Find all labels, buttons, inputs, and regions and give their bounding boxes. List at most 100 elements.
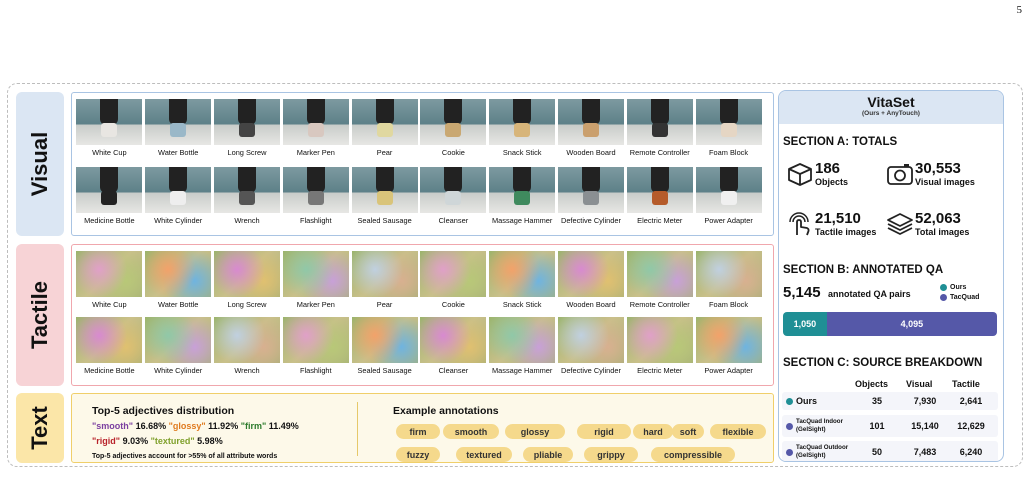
annotation-tag: smooth [443, 424, 499, 439]
object-caption: Pear [376, 300, 393, 309]
qa-label: annotated QA pairs [828, 289, 911, 299]
object-photo [351, 99, 418, 145]
adjectives-note: Top-5 adjectives account for >55% of all… [92, 453, 278, 460]
object-caption: Electric Meter [637, 216, 683, 225]
tactile-image [626, 251, 693, 297]
object-caption: White Cup [92, 148, 127, 157]
breakdown-row: TacQuad Outdoor (GelSight) 50 7,483 6,240 [782, 441, 998, 461]
page-number: 5 [1016, 4, 1023, 16]
tactile-thumbnail: Sealed Sausage [350, 317, 419, 376]
tactile-image [76, 317, 143, 363]
tactile-thumbnail: Electric Meter [625, 317, 694, 376]
object-caption: Defective Cylinder [560, 216, 621, 225]
tactile-image [282, 251, 349, 297]
tactile-image [145, 251, 212, 297]
object-photo [213, 99, 280, 145]
adj-pct: 9.03% [122, 436, 149, 446]
object-caption: Wooden Board [566, 300, 616, 309]
cell-tactile: 6,240 [959, 447, 983, 457]
source-name: Ours [796, 396, 818, 406]
annotation-tag: rigid [577, 424, 631, 439]
object-photo [351, 167, 418, 213]
tactile-thumbnail: Wooden Board [557, 251, 626, 310]
annotation-tag: grippy [584, 447, 638, 462]
adj-word: "glossy" [168, 421, 206, 431]
annotation-tag: textured [456, 447, 512, 462]
object-photo [145, 167, 212, 213]
examples-title: Example annotations [393, 405, 499, 417]
object-caption: Foam Block [709, 300, 749, 309]
object-caption: Sealed Sausage [357, 216, 412, 225]
stat-label: Objects [815, 177, 849, 187]
tactile-thumbnail: White Cylinder [144, 317, 213, 376]
visual-thumbnail: Long Screw [213, 99, 282, 158]
annotation-tag: glossy [505, 424, 565, 439]
object-caption: Wrench [234, 216, 260, 225]
adjectives-line-1: "smooth" 16.68% "glossy" 11.92% "firm" 1… [92, 421, 299, 431]
cell-tactile: 12,629 [957, 421, 985, 431]
text-panel: Top-5 adjectives distribution "smooth" 1… [71, 393, 774, 463]
visual-thumbnail: Wrench [213, 167, 282, 226]
object-photo [145, 99, 212, 145]
visual-thumbnail: Cookie [419, 99, 488, 158]
col-header-objects: Objects [855, 379, 889, 389]
cell-visual: 7,483 [913, 447, 937, 457]
object-caption: Long Screw [227, 148, 267, 157]
vitaset-summary-panel: VitaSet (Ours + AnyTouch) SECTION A: TOT… [778, 90, 1004, 462]
object-caption: Medicine Bottle [84, 366, 135, 375]
object-caption: Power Adapter [704, 366, 753, 375]
legend-dot [940, 294, 947, 301]
annotation-tag: flexible [710, 424, 766, 439]
visual-thumbnail: Power Adapter [694, 167, 763, 226]
visual-thumbnail: Defective Cylinder [557, 167, 626, 226]
stat-value: 186 [815, 160, 841, 177]
visual-thumbnail: Snack Stick [488, 99, 557, 158]
tactile-image [351, 317, 418, 363]
visual-thumbnail: Electric Meter [625, 167, 694, 226]
annotation-tag: compressible [651, 447, 735, 462]
tactile-thumbnail: Medicine Bottle [75, 317, 144, 376]
visual-thumbnail: Wooden Board [557, 99, 626, 158]
adj-pct: 16.68% [135, 421, 167, 431]
object-caption: Water Bottle [158, 148, 199, 157]
object-caption: Flashlight [299, 366, 332, 375]
legend-label: TacQuad [950, 294, 980, 301]
visual-thumbnail: Medicine Bottle [75, 167, 144, 226]
col-header-tactile: Tactile [952, 379, 980, 389]
object-caption: Cookie [441, 148, 465, 157]
object-caption: Sealed Sausage [357, 366, 412, 375]
object-photo [557, 99, 624, 145]
adj-word: "firm" [240, 421, 267, 431]
stat-value: 21,510 [815, 210, 861, 227]
object-caption: Snack Stick [502, 148, 542, 157]
legend-label: Ours [950, 284, 967, 291]
tactile-image [557, 251, 624, 297]
visual-label-text: Visual [27, 131, 53, 197]
visual-thumbnail: Flashlight [281, 167, 350, 226]
cell-visual: 7,930 [913, 396, 937, 406]
object-caption: Electric Meter [637, 366, 683, 375]
object-caption: White Cylinder [154, 366, 203, 375]
breakdown-row: Ours 35 7,930 2,641 [782, 392, 998, 410]
tactile-thumbnail: Cookie [419, 251, 488, 310]
object-caption: Cleanser [438, 366, 469, 375]
stat-visual-images: 30,553 Visual images [885, 161, 975, 187]
object-caption: Marker Pen [296, 148, 335, 157]
tactile-image [695, 251, 762, 297]
tactile-image [145, 317, 212, 363]
visual-thumbnail: Water Bottle [144, 99, 213, 158]
object-caption: Remote Controller [629, 300, 690, 309]
visual-row-label: Visual [16, 92, 64, 236]
tactile-image [557, 317, 624, 363]
object-caption: Snack Stick [502, 300, 542, 309]
tactile-image [213, 317, 280, 363]
tactile-image [282, 317, 349, 363]
layers-icon [887, 213, 913, 235]
visual-thumbnail: Sealed Sausage [350, 167, 419, 226]
stat-label: Tactile images [815, 227, 877, 237]
stat-tactile-images: 21,510 Tactile images [785, 211, 876, 237]
col-header-visual: Visual [906, 379, 933, 389]
annotation-tag: hard [633, 424, 673, 439]
visual-thumbnail: Foam Block [694, 99, 763, 158]
camera-icon [887, 164, 913, 185]
